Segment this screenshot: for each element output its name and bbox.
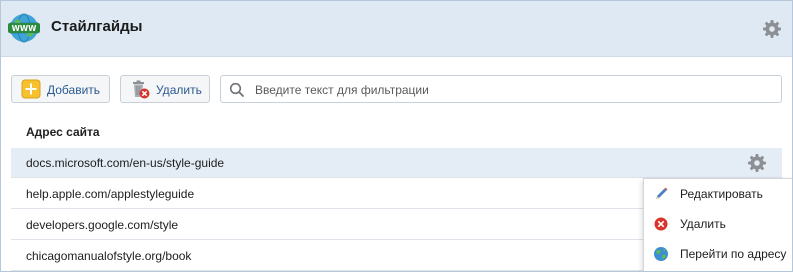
delete-button-label: Удалить bbox=[156, 83, 202, 97]
menu-item-label: Удалить bbox=[680, 217, 726, 231]
window-header: WWW Стайлгайды bbox=[1, 1, 792, 57]
row-context-menu: Редактировать Удалить Перейти по адресу bbox=[643, 178, 792, 271]
menu-item-edit[interactable]: Редактировать bbox=[644, 179, 792, 209]
add-button-label: Добавить bbox=[47, 83, 101, 97]
row-url: help.apple.com/applestyleguide bbox=[26, 187, 195, 201]
add-button[interactable]: Добавить bbox=[11, 75, 110, 103]
svg-text:WWW: WWW bbox=[12, 24, 38, 33]
search-icon bbox=[229, 82, 245, 98]
column-header-site-address: Адрес сайта bbox=[26, 125, 100, 139]
filter-input[interactable] bbox=[253, 80, 777, 100]
menu-item-label: Перейти по адресу bbox=[680, 247, 787, 261]
row-url: chicagomanualofstyle.org/book bbox=[26, 249, 192, 263]
menu-item-go-to-address[interactable]: Перейти по адресу bbox=[644, 239, 792, 269]
delete-button[interactable]: Удалить bbox=[120, 75, 210, 103]
row-url: developers.google.com/style bbox=[26, 218, 179, 232]
pencil-icon bbox=[656, 187, 668, 199]
page-title: Стайлгайды bbox=[51, 18, 143, 35]
filter-box bbox=[220, 75, 782, 103]
delete-icon bbox=[654, 217, 668, 231]
gear-icon[interactable] bbox=[762, 19, 782, 39]
table-row[interactable]: docs.microsoft.com/en-us/style-guide bbox=[11, 148, 782, 178]
stylesheets-window: WWW Стайлгайды Добавить Удалить Введите … bbox=[0, 0, 793, 272]
www-globe-icon: WWW bbox=[8, 13, 40, 43]
globe-icon bbox=[654, 247, 668, 261]
plus-icon bbox=[21, 79, 41, 99]
menu-item-delete[interactable]: Удалить bbox=[644, 209, 792, 239]
row-gear-icon[interactable] bbox=[747, 153, 767, 173]
row-url: docs.microsoft.com/en-us/style-guide bbox=[26, 156, 225, 170]
menu-item-label: Редактировать bbox=[680, 187, 763, 201]
trash-delete-icon bbox=[133, 80, 150, 99]
